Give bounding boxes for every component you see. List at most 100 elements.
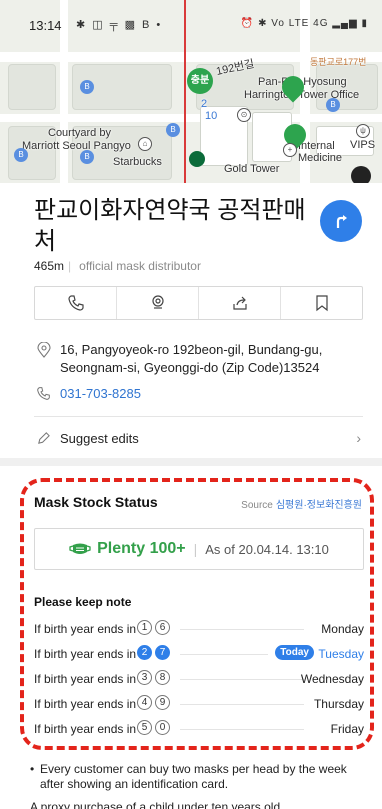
pencil-icon bbox=[38, 432, 50, 444]
place-category: official mask distributor bbox=[79, 259, 201, 273]
schedule-prefix: If birth year ends in bbox=[34, 622, 137, 636]
hotel-icon[interactable]: ⌂ bbox=[138, 137, 152, 151]
map-label-courtyard: Courtyard by bbox=[48, 127, 111, 139]
section-gap bbox=[0, 458, 382, 466]
map-label-road-number: 10 bbox=[205, 110, 218, 122]
birth-digit: 0 bbox=[155, 720, 170, 735]
row-line bbox=[180, 729, 304, 730]
divider bbox=[34, 416, 363, 417]
bus-stop-icon[interactable]: B bbox=[80, 150, 94, 164]
status-time: 13:14 bbox=[29, 18, 62, 33]
station-marker[interactable]: 충분 bbox=[187, 68, 213, 94]
directions-icon bbox=[336, 215, 347, 228]
suggest-edits-row[interactable]: Suggest edits › bbox=[36, 430, 363, 448]
birth-digits: 5 0 bbox=[137, 720, 170, 735]
map-label-gold-tower: Gold Tower bbox=[224, 163, 280, 175]
poi-icon[interactable]: ⊙ bbox=[237, 108, 251, 122]
directions-button[interactable] bbox=[320, 200, 362, 242]
distance: 465m bbox=[34, 259, 65, 273]
note-title: Please keep note bbox=[34, 595, 132, 609]
stock-status-text: Plenty 100+ bbox=[97, 540, 186, 557]
map-view[interactable]: 13:14 ✱ ◫ ╤ ▩ B • ⏰ ✱ Vo LTE 4G ▂▄▆ ▮ 충분… bbox=[0, 0, 382, 183]
birth-digit: 9 bbox=[155, 695, 170, 710]
schedule-day: Friday bbox=[330, 722, 364, 736]
schedule-row-today: If birth year ends in 2 7 Today Tuesday bbox=[34, 644, 364, 664]
birth-digits: 4 9 bbox=[137, 695, 170, 710]
schedule-day: Tuesday bbox=[318, 647, 364, 661]
schedule-prefix: If birth year ends in bbox=[34, 722, 137, 736]
status-system-icons: ⏰ ✱ Vo LTE 4G ▂▄▆ ▮ bbox=[240, 18, 368, 29]
birth-digit: 6 bbox=[155, 620, 170, 635]
phone-icon bbox=[67, 295, 84, 311]
restaurant-icon[interactable]: ψ bbox=[356, 124, 370, 138]
bus-stop-icon[interactable]: B bbox=[326, 98, 340, 112]
map-label-road-small: 동판교로177번 bbox=[310, 57, 367, 67]
birth-digit: 1 bbox=[137, 620, 152, 635]
bookmark-button[interactable] bbox=[281, 287, 362, 319]
map-label-pin-number: 2 bbox=[201, 98, 208, 110]
status-bar: 13:14 ✱ ◫ ╤ ▩ B • ⏰ ✱ Vo LTE 4G ▂▄▆ ▮ bbox=[0, 0, 382, 36]
birth-digits: 3 8 bbox=[137, 670, 170, 685]
save-location-button[interactable] bbox=[117, 287, 199, 319]
phone-number-link[interactable]: 031-703-8285 bbox=[60, 386, 141, 401]
row-line bbox=[180, 679, 304, 680]
mask-stock-source: Source 심평원·정보화진흥원 bbox=[241, 496, 362, 511]
schedule-day: Wednesday bbox=[300, 672, 364, 686]
birth-digit: 7 bbox=[155, 645, 170, 660]
schedule-prefix: If birth year ends in bbox=[34, 647, 137, 661]
action-bar bbox=[34, 286, 363, 320]
schedule-row: If birth year ends in 4 9 Thursday bbox=[34, 694, 364, 714]
starbucks-icon[interactable] bbox=[189, 151, 205, 167]
schedule-day: Monday bbox=[321, 622, 364, 636]
map-label-marriott: Marriott Seoul Pangyo bbox=[22, 140, 131, 152]
schedule-prefix: If birth year ends in bbox=[34, 672, 137, 686]
mask-icon bbox=[69, 543, 91, 554]
schedule-row: If birth year ends in 3 8 Wednesday bbox=[34, 669, 364, 689]
birth-digit: 3 bbox=[137, 670, 152, 685]
stock-status-box: Plenty 100+ | As of 20.04.14. 13:10 bbox=[34, 528, 364, 570]
birth-digit: 8 bbox=[155, 670, 170, 685]
map-label-starbucks: Starbucks bbox=[113, 156, 162, 168]
map-label-medicine: Medicine bbox=[298, 152, 343, 164]
purchase-note-cut-text: A proxy purchase of a child under ten ye… bbox=[30, 800, 291, 809]
bullet: • bbox=[30, 762, 35, 776]
row-line bbox=[180, 704, 304, 705]
map-label-vips: VIPS bbox=[350, 139, 376, 151]
map-road bbox=[0, 114, 382, 122]
purchase-note-cut: A proxy purchase of a child under ten ye… bbox=[30, 800, 370, 809]
share-button[interactable] bbox=[199, 287, 281, 319]
source-label: Source bbox=[241, 500, 273, 511]
birth-digit: 5 bbox=[137, 720, 152, 735]
birth-digit: 2 bbox=[137, 645, 152, 660]
schedule-row: If birth year ends in 5 0 Friday bbox=[34, 719, 364, 739]
row-line bbox=[180, 654, 268, 655]
bookmark-icon bbox=[315, 295, 328, 312]
schedule-row: If birth year ends in 1 6 Monday bbox=[34, 619, 364, 639]
place-meta: 465m | official mask distributor bbox=[34, 259, 201, 273]
today-badge: Today bbox=[275, 645, 314, 660]
share-icon bbox=[232, 296, 247, 310]
bus-stop-icon[interactable]: B bbox=[14, 148, 28, 162]
birth-digit: 4 bbox=[137, 695, 152, 710]
address-text: 16, Pangyoyeok-ro 192beon-gil, Bundang-g… bbox=[60, 342, 323, 375]
schedule-day: Thursday bbox=[313, 697, 364, 711]
place-title: 판교이화자연약국 공적판매처 bbox=[34, 197, 306, 255]
map-block bbox=[8, 64, 56, 110]
birth-digits: 2 7 bbox=[137, 645, 170, 660]
suggest-edits-label: Suggest edits bbox=[60, 431, 139, 446]
phone-small-icon bbox=[37, 387, 50, 400]
call-button[interactable] bbox=[35, 287, 117, 319]
mask-stock-title: Mask Stock Status bbox=[34, 494, 158, 510]
purchase-note-text: Every customer can buy two masks per hea… bbox=[40, 762, 347, 791]
source-organization[interactable]: 심평원·정보화진흥원 bbox=[276, 500, 362, 511]
status-notification-icons: ✱ ◫ ╤ ▩ B • bbox=[76, 19, 163, 31]
map-layer-icon[interactable] bbox=[351, 166, 371, 183]
chevron-right-icon: › bbox=[356, 430, 361, 446]
map-pin-icon bbox=[37, 342, 51, 358]
hospital-icon[interactable]: + bbox=[283, 143, 297, 157]
row-line bbox=[180, 629, 304, 630]
stock-as-of: As of 20.04.14. 13:10 bbox=[205, 541, 329, 557]
bus-stop-icon[interactable]: B bbox=[80, 80, 94, 94]
bus-stop-icon[interactable]: B bbox=[166, 123, 180, 137]
schedule-prefix: If birth year ends in bbox=[34, 697, 137, 711]
